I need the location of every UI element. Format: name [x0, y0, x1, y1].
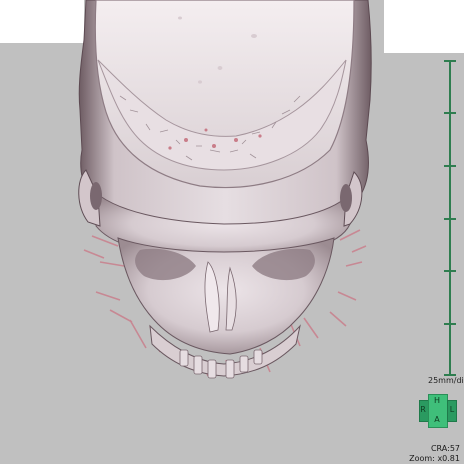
ruler-tick	[444, 112, 456, 114]
scale-label: 25mm/div	[428, 376, 464, 385]
orientation-top-label: H	[433, 396, 440, 405]
zoom-readout: Zoom: x0.81	[409, 454, 460, 463]
volume-render-viewport[interactable]: 25mm/div H R L A CRA:57 Zoom: x0.81	[0, 0, 464, 464]
cra-angle-readout: CRA:57	[430, 444, 460, 453]
ruler-tick	[444, 323, 456, 325]
ruler-tick	[444, 60, 456, 62]
orientation-right-label: L	[449, 405, 455, 414]
scale-ruler	[444, 60, 456, 376]
skull-3d-rendering[interactable]	[0, 0, 464, 464]
orientation-bottom-label: A	[434, 415, 440, 424]
ruler-tick	[444, 165, 456, 167]
ruler-tick	[444, 218, 456, 220]
orientation-left-label: R	[420, 405, 426, 414]
ruler-tick	[444, 270, 456, 272]
orientation-cube[interactable]: H R L A	[418, 394, 458, 428]
